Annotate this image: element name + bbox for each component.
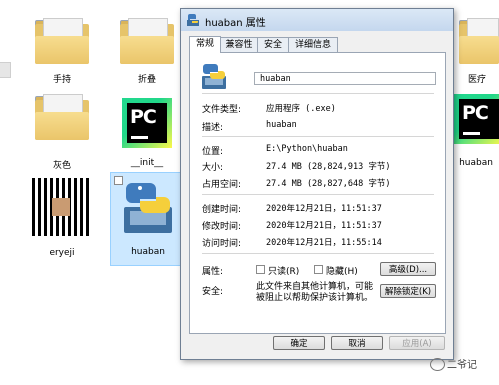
divider — [202, 194, 434, 195]
pycharm-icon: PC — [454, 94, 499, 144]
file-item[interactable]: 折叠 — [112, 6, 182, 86]
filename-field[interactable]: huaban — [254, 72, 436, 85]
tab-details[interactable]: 详细信息 — [288, 37, 338, 52]
location-label: 位置: — [202, 147, 224, 157]
size-value: 27.4 MB (28,824,913 字节) — [266, 162, 391, 172]
watermark-text: 二爷记 — [447, 360, 477, 371]
size-label: 大小: — [202, 163, 224, 173]
file-label: 折叠 — [137, 75, 156, 85]
folder-icon — [120, 18, 174, 64]
folder-icon — [35, 94, 89, 140]
created-label: 创建时间: — [202, 205, 242, 215]
dialog-titlebar[interactable]: huaban 属性 — [181, 9, 453, 31]
description-label: 描述: — [202, 123, 224, 133]
readonly-label[interactable]: 只读(R) — [268, 264, 299, 277]
folder-icon — [459, 18, 499, 64]
file-item-selected[interactable]: huaban — [110, 172, 186, 266]
disk-size-label: 占用空间: — [202, 180, 242, 190]
folder-icon — [35, 18, 89, 64]
file-item[interactable]: eryeji — [27, 174, 97, 264]
tab-security[interactable]: 安全 — [257, 37, 289, 52]
file-item[interactable]: 医疗 — [455, 6, 499, 86]
divider — [202, 253, 434, 254]
hidden-label[interactable]: 隐藏(H) — [326, 264, 358, 277]
accessed-value: 2020年12月21日，11:55:14 — [266, 238, 382, 248]
qr-code-icon — [32, 178, 90, 236]
attributes-label: 属性: — [202, 267, 224, 277]
ok-button[interactable]: 确定 — [273, 336, 325, 350]
file-label: 医疗 — [467, 75, 486, 85]
unblock-button[interactable]: 解除锁定(K) — [380, 284, 436, 298]
apply-button[interactable]: 应用(A) — [389, 336, 445, 350]
dialog-title: huaban 属性 — [205, 18, 266, 29]
file-label: 灰色 — [52, 161, 71, 171]
description-value: huaban — [266, 120, 297, 130]
file-label: 手持 — [52, 75, 71, 85]
hidden-checkbox[interactable] — [314, 265, 323, 274]
file-item[interactable]: PC huaban — [452, 86, 499, 174]
python-exe-icon — [202, 63, 226, 89]
file-label: eryeji — [49, 248, 75, 258]
type-value: 应用程序 (.exe) — [266, 104, 336, 114]
cancel-button[interactable]: 取消 — [331, 336, 383, 350]
location-value: E:\Python\huaban — [266, 144, 348, 154]
python-exe-icon — [122, 179, 174, 235]
security-message: 此文件来自其他计算机，可能被阻止以帮助保护该计算机。 — [256, 282, 374, 303]
divider — [202, 93, 434, 94]
disk-size-value: 27.4 MB (28,827,648 字节) — [266, 179, 391, 189]
modified-label: 修改时间: — [202, 222, 242, 232]
general-panel: huaban 文件类型: 应用程序 (.exe) 描述: huaban 位置: … — [189, 52, 446, 334]
watermark-icon — [430, 358, 445, 371]
tab-compatibility[interactable]: 兼容性 — [220, 37, 258, 52]
pycharm-icon: PC — [122, 98, 172, 148]
type-label: 文件类型: — [202, 105, 242, 115]
divider — [202, 136, 434, 137]
file-item[interactable]: PC __init__ — [112, 86, 182, 174]
file-item[interactable]: 手持 — [27, 6, 97, 86]
tab-general[interactable]: 常规 — [189, 36, 221, 53]
advanced-button[interactable]: 高级(D)... — [380, 262, 436, 276]
accessed-label: 访问时间: — [202, 239, 242, 249]
file-label: huaban — [131, 247, 165, 257]
properties-dialog: huaban 属性 常规 兼容性 安全 详细信息 huaban 文件类型: 应用… — [180, 8, 454, 360]
created-value: 2020年12月21日，11:51:37 — [266, 204, 382, 214]
python-app-icon — [187, 14, 199, 26]
file-label: __init__ — [130, 158, 164, 168]
security-label: 安全: — [202, 287, 224, 297]
file-item[interactable]: 灰色 — [27, 86, 97, 171]
modified-value: 2020年12月21日，11:51:37 — [266, 221, 382, 231]
readonly-checkbox[interactable] — [256, 265, 265, 274]
explorer-left-strip — [0, 62, 11, 78]
